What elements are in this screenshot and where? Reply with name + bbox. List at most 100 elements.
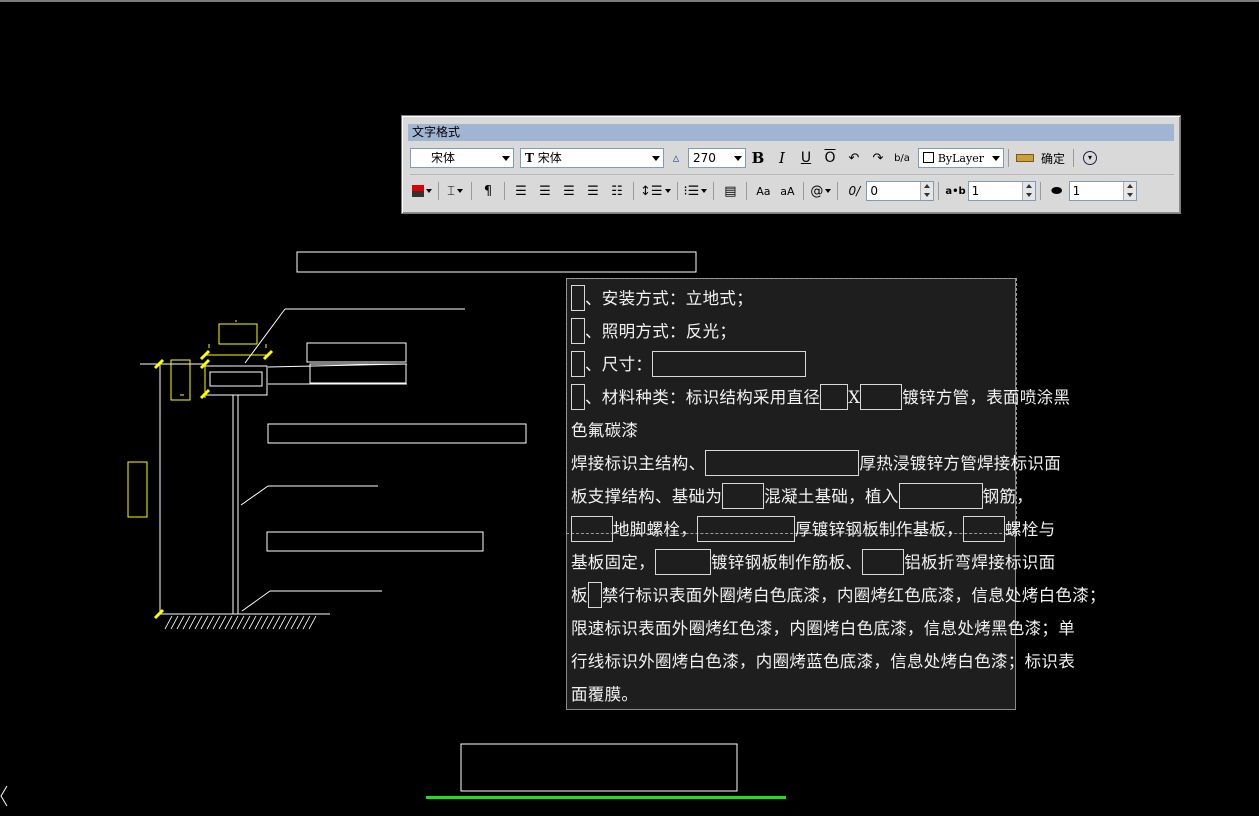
text-line[interactable]: 基板固定， 镀锌钢板制作筋板、 铝板折弯焊接标识面 (571, 546, 1055, 579)
row-divider (410, 174, 1174, 175)
overline-button[interactable]: O (820, 148, 840, 168)
text-line[interactable]: 面覆膜。 (571, 678, 1017, 711)
lowercase-button[interactable]: aA (777, 181, 797, 201)
text-line[interactable]: 板支撑结构、基础为 混凝土基础，植入 钢筋， (571, 480, 1033, 513)
toolbar-separator (438, 182, 439, 200)
spin-up-icon[interactable] (1021, 182, 1035, 191)
insert-field-icon[interactable]: ▤ (720, 181, 740, 201)
uppercase-button[interactable]: Aa (753, 181, 773, 201)
chevron-down-icon (992, 156, 1000, 161)
color-combo[interactable]: ByLayer (918, 148, 1004, 168)
sign-panel[interactable] (204, 365, 268, 396)
symbol-button[interactable]: @ (810, 181, 832, 201)
dimension-text-box[interactable] (127, 461, 148, 518)
options-icon[interactable]: ▾ (1080, 148, 1100, 168)
text-line[interactable]: 行线标识外圈烤白色漆，内圈烤蓝色底漆，信息处烤白色漆；标识表 (571, 645, 1075, 678)
underline-button[interactable]: U (796, 148, 816, 168)
oblique-angle-icon: 0/ (848, 184, 861, 198)
spin-up-icon[interactable] (920, 182, 934, 191)
bottom-title-frame[interactable] (460, 743, 738, 792)
text-field-size[interactable] (652, 350, 807, 377)
text-field-pipe[interactable] (705, 449, 860, 476)
text-line[interactable]: 、尺寸： (571, 348, 1017, 381)
text-field-concrete[interactable] (722, 482, 765, 509)
text-line[interactable]: 、材料种类：标识结构采用直径 X 镀锌方管，表面喷涂黑 (571, 381, 1070, 414)
label-frame[interactable] (309, 363, 407, 384)
toolbar-separator (1073, 149, 1075, 167)
text-line[interactable]: 、照明方式：反光； (571, 315, 1017, 348)
leader-line[interactable] (241, 590, 271, 612)
truetype-font-icon: T (525, 151, 534, 165)
sign-panel-inner[interactable] (209, 371, 263, 387)
text-field-diameter[interactable] (820, 383, 849, 410)
text-field-rebar[interactable] (898, 482, 983, 509)
text-field-bolt[interactable] (571, 515, 613, 542)
text-field-number[interactable] (571, 284, 585, 311)
label-frame[interactable] (267, 423, 527, 444)
text-line[interactable]: 地脚螺栓， 厚镀锌钢板制作基板， 螺栓与 (571, 513, 1055, 546)
leader-line[interactable] (240, 485, 269, 506)
title-frame[interactable] (296, 251, 697, 273)
text-line[interactable]: 限速标识表面外圈烤红色漆，内圈烤白色底漆，信息处烤黑色漆；单 (571, 612, 1075, 645)
text-line[interactable]: 、安装方式：立地式； (571, 282, 1017, 315)
mtext-editor[interactable]: 、安装方式：立地式； 、照明方式：反光； 、尺寸： 、材料种类：标识结构采用直径… (566, 278, 1106, 711)
text-line[interactable]: 色氟碳漆 (571, 414, 1017, 447)
spin-up-icon[interactable] (1122, 182, 1136, 191)
selection-underline (426, 796, 786, 799)
numbering-icon[interactable]: ⁝☰ (684, 181, 708, 201)
label-frame[interactable] (306, 342, 407, 363)
text-field-number[interactable] (571, 350, 585, 377)
text-field-rib[interactable] (655, 548, 711, 575)
toolbar-separator (1008, 149, 1009, 167)
spin-down-icon[interactable] (1122, 191, 1136, 200)
dimension-text-box[interactable] (218, 323, 258, 345)
justify-icon[interactable]: ☰ (583, 181, 603, 201)
toolbar-separator (837, 182, 839, 200)
toolbar-row-2: ⌶ ¶ ☰ ☰ ☰ ☰ ☷ ↕☰ ⁝☰ ▤ Aa aA @ 0/ 0 a•b 1… (410, 178, 1137, 204)
font-combo[interactable]: T 宋体 (520, 148, 664, 168)
paragraph-icon[interactable]: ¶ (478, 181, 498, 201)
label-frame[interactable] (266, 531, 484, 552)
ok-button[interactable]: 确定 (1037, 150, 1069, 167)
stack-button[interactable]: b/a (892, 148, 912, 168)
width-factor-icon: ⬬ (1051, 183, 1063, 199)
toolbar-row-1: 宋体 T 宋体 ▵ 270 B I U O ↶ ↷ b/a ByLayer 确定… (410, 145, 1102, 171)
text-style-combo[interactable]: 宋体 (410, 148, 514, 168)
distribute-icon[interactable]: ☷ (607, 181, 627, 201)
spin-down-icon[interactable] (920, 191, 934, 200)
align-left-icon[interactable]: ☰ (511, 181, 531, 201)
align-center-icon[interactable]: ☰ (535, 181, 555, 201)
toolbar-separator (1039, 182, 1041, 200)
editor-content[interactable]: 、安装方式：立地式； 、照明方式：反光； 、尺寸： 、材料种类：标识结构采用直径… (571, 282, 1106, 711)
color-icon[interactable] (412, 181, 432, 201)
toolbar-separator (504, 182, 505, 200)
redo-icon[interactable]: ↷ (868, 148, 888, 168)
text-line[interactable]: 板禁行标识表面外圈烤白色底漆，内圈烤红色底漆，信息处烤白色漆； (571, 579, 1106, 612)
annotative-icon[interactable]: ▵ (666, 148, 686, 168)
text-field-plate[interactable] (697, 515, 795, 542)
width-factor-input[interactable]: 1 (1068, 181, 1137, 201)
align-right-icon[interactable]: ☰ (559, 181, 579, 201)
tracking-input[interactable]: 1 (967, 181, 1036, 201)
text-field-cursor[interactable] (587, 581, 602, 608)
columns-icon[interactable]: ⌶ (445, 181, 465, 201)
text-field-alum[interactable] (862, 548, 905, 575)
text-height-combo[interactable]: 270 (688, 148, 746, 168)
dimension-text-box[interactable] (170, 359, 191, 401)
italic-button[interactable]: I (772, 148, 792, 168)
text-field-number[interactable] (571, 317, 585, 344)
text-format-toolbar[interactable]: 文字格式 宋体 T 宋体 ▵ 270 B I U O ↶ ↷ b/a ByLay… (401, 115, 1181, 214)
line-spacing-icon[interactable]: ↕☰ (640, 181, 671, 201)
text-field-thickness[interactable] (860, 383, 903, 410)
ground-hatch (164, 615, 317, 630)
spin-down-icon[interactable] (1021, 191, 1035, 200)
toolbar-separator (803, 182, 805, 200)
text-line[interactable]: 焊接标识主结构、 厚热浸镀锌方管焊接标识面 (571, 447, 1061, 480)
toolbar-title[interactable]: 文字格式 (408, 124, 1174, 141)
oblique-angle-input[interactable]: 0 (866, 181, 935, 201)
bold-button[interactable]: B (748, 148, 768, 168)
undo-icon[interactable]: ↶ (844, 148, 864, 168)
ruler-icon[interactable] (1015, 148, 1035, 168)
text-field-number[interactable] (571, 383, 585, 410)
text-field-bolt2[interactable] (963, 515, 1005, 542)
